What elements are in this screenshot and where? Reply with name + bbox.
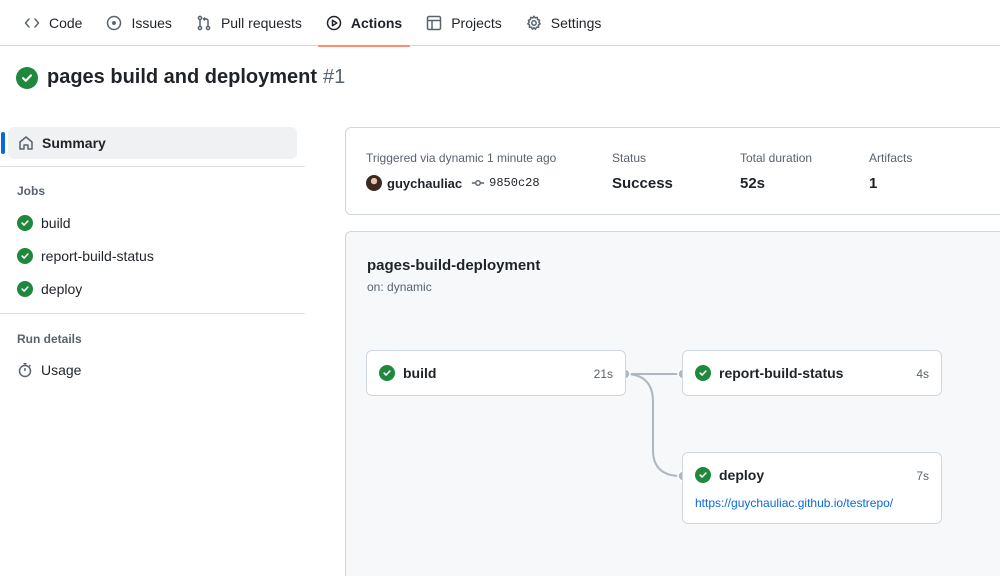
workflow-trigger: on: dynamic — [367, 280, 432, 294]
tab-actions[interactable]: Actions — [317, 0, 411, 47]
avatar[interactable] — [366, 175, 382, 191]
duration-value: 52s — [740, 175, 766, 192]
workflow-graph: pages-build-deployment on: dynamic build… — [345, 231, 1000, 576]
sidebar-job-deploy[interactable]: deploy — [17, 278, 82, 300]
tab-projects-label: Projects — [451, 14, 502, 31]
pull-request-icon — [197, 15, 211, 30]
success-check-icon — [16, 66, 38, 89]
success-check-icon — [695, 365, 711, 381]
code-icon — [24, 17, 40, 28]
run-title-text: pages build and deployment — [47, 66, 318, 88]
tab-issues-label: Issues — [131, 14, 172, 31]
sidebar-usage-label: Usage — [41, 362, 82, 378]
table-icon — [426, 15, 442, 30]
deploy-url-link[interactable]: https://guychauliac.github.io/testrepo/ — [695, 496, 893, 510]
sidebar-summary-label: Summary — [42, 135, 106, 151]
job-name: build — [403, 365, 437, 381]
artifacts-label: Artifacts — [869, 151, 913, 165]
tab-code-label: Code — [49, 14, 83, 31]
workflow-name: pages-build-deployment — [367, 257, 541, 274]
run-summary-card: Triggered via dynamic 1 minute ago guych… — [345, 127, 1000, 215]
success-check-icon — [379, 365, 395, 381]
tab-projects[interactable]: Projects — [418, 0, 510, 46]
trigger-label: Triggered via dynamic 1 minute ago — [366, 151, 557, 165]
duration-label: Total duration — [740, 151, 813, 165]
success-check-icon — [695, 467, 711, 483]
jobs-heading: Jobs — [17, 184, 46, 198]
job-deploy[interactable]: deploy 7s https://guychauliac.github.io/… — [682, 452, 942, 524]
commit-icon — [472, 180, 485, 186]
job-build[interactable]: build 21s — [366, 350, 626, 396]
tab-pull-requests-label: Pull requests — [220, 14, 302, 31]
job-duration: 7s — [916, 469, 929, 483]
tab-pull-requests[interactable]: Pull requests — [188, 0, 310, 46]
tab-code[interactable]: Code — [16, 0, 90, 46]
status-label: Status — [612, 151, 647, 165]
play-icon — [326, 15, 342, 30]
success-check-icon — [17, 248, 33, 264]
sidebar-job-label: deploy — [41, 281, 83, 297]
gear-icon — [526, 14, 541, 30]
success-check-icon — [17, 281, 33, 297]
status-value: Success — [612, 175, 673, 192]
repo-nav: Code Issues Pull requests Actions Projec… — [0, 0, 1000, 47]
job-name: report-build-status — [719, 365, 844, 381]
artifacts-value[interactable]: 1 — [869, 175, 877, 192]
sidebar-job-report-build-status[interactable]: report-build-status — [17, 245, 154, 267]
job-name: deploy — [719, 467, 765, 483]
run-number: #1 — [323, 66, 346, 88]
trigger-user-link[interactable]: guychauliac — [387, 176, 462, 191]
stopwatch-icon — [18, 363, 32, 378]
sidebar-divider — [0, 166, 305, 167]
sidebar-divider — [0, 313, 305, 314]
job-deploy-header: deploy — [695, 467, 764, 483]
success-check-icon — [17, 215, 33, 231]
trigger-info: guychauliac 9850c28 — [366, 175, 540, 191]
job-report-build-status[interactable]: report-build-status 4s — [682, 350, 942, 396]
tab-settings-label: Settings — [550, 14, 602, 31]
issue-icon — [107, 15, 122, 30]
job-build-header: build — [379, 365, 436, 381]
sidebar-job-label: report-build-status — [41, 248, 154, 264]
sidebar-job-label: build — [41, 215, 71, 231]
job-report-header: report-build-status — [695, 365, 843, 381]
sidebar-item-summary[interactable]: Summary — [1, 127, 297, 159]
job-connector-lines — [619, 368, 689, 482]
sidebar-item-usage[interactable]: Usage — [17, 359, 81, 381]
commit-sha-link[interactable]: 9850c28 — [489, 176, 539, 190]
tab-issues[interactable]: Issues — [98, 0, 179, 46]
tab-settings[interactable]: Settings — [518, 0, 610, 46]
run-details-heading: Run details — [17, 332, 82, 346]
run-title: pages build and deployment #1 — [16, 66, 345, 89]
sidebar-job-build[interactable]: build — [17, 212, 71, 234]
job-duration: 21s — [593, 367, 613, 381]
home-icon — [19, 136, 33, 150]
job-duration: 4s — [916, 367, 929, 381]
tab-actions-label: Actions — [350, 14, 403, 31]
